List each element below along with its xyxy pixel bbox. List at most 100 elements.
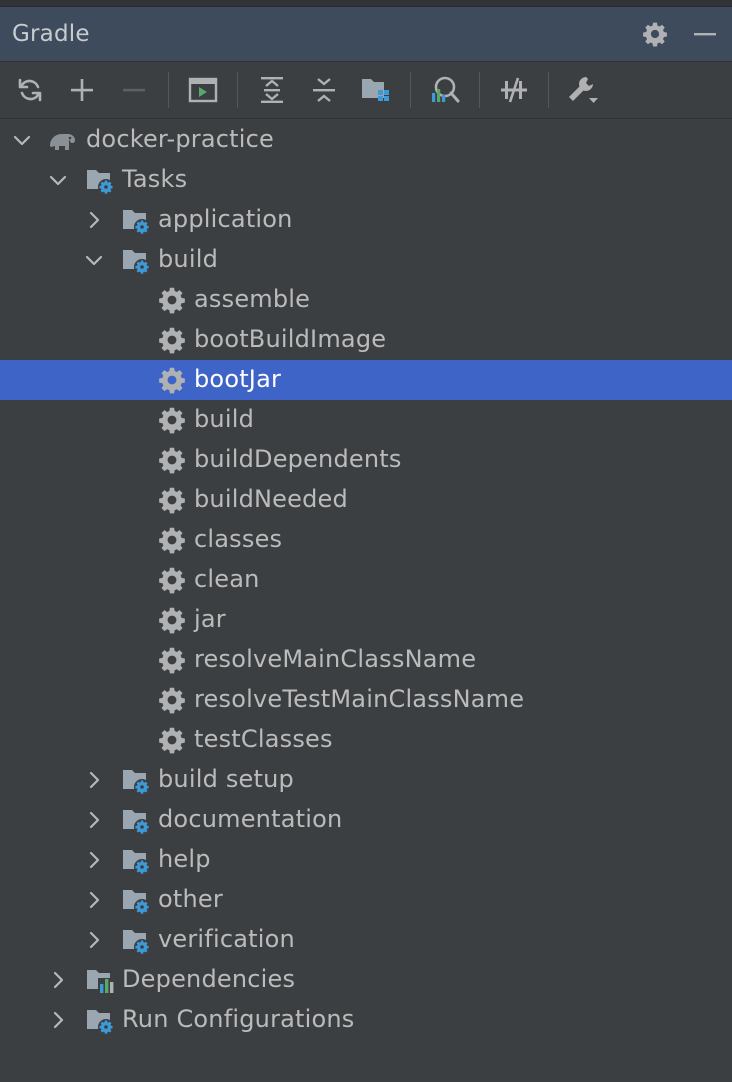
- tree-node-label: verification: [158, 925, 295, 953]
- folder-gear-icon: [120, 244, 152, 276]
- gear-icon: [156, 644, 188, 676]
- tree-node-task[interactable]: buildNeeded: [0, 480, 732, 520]
- tree-node-label: other: [158, 885, 223, 913]
- panel-title: Gradle: [12, 21, 90, 47]
- tree-node-label: Run Configurations: [122, 1005, 355, 1033]
- refresh-icon[interactable]: [12, 72, 48, 108]
- tree-node-group-other[interactable]: other: [0, 880, 732, 920]
- minus-icon[interactable]: [690, 19, 720, 49]
- expand-all-icon[interactable]: [254, 72, 290, 108]
- dependencies-folder-icon: [84, 964, 116, 996]
- gear-icon: [156, 284, 188, 316]
- tree-node-task[interactable]: build: [0, 400, 732, 440]
- tree-node-label: Dependencies: [122, 965, 296, 993]
- tree-node-group-build[interactable]: build: [0, 240, 732, 280]
- toggle-offline-icon[interactable]: [496, 72, 532, 108]
- task-label: jar: [194, 605, 226, 633]
- chevron-right-icon[interactable]: [84, 770, 104, 790]
- tree-node-task[interactable]: jar: [0, 600, 732, 640]
- gear-icon: [156, 484, 188, 516]
- tree-node-dependencies[interactable]: Dependencies: [0, 960, 732, 1000]
- gear-icon: [156, 524, 188, 556]
- gear-icon: [156, 404, 188, 436]
- toolbar-separator: [479, 72, 480, 108]
- panel-header: Gradle: [0, 7, 732, 62]
- folder-gear-icon: [84, 1004, 116, 1036]
- folder-gear-icon: [120, 844, 152, 876]
- task-label: testClasses: [194, 725, 333, 753]
- folder-gear-icon: [120, 804, 152, 836]
- collapse-all-icon[interactable]: [306, 72, 342, 108]
- tree-node-group-help[interactable]: help: [0, 840, 732, 880]
- gear-icon: [156, 684, 188, 716]
- tree-node-task-selected[interactable]: bootJar: [0, 360, 732, 400]
- task-label: clean: [194, 565, 260, 593]
- tree-node-label: build setup: [158, 765, 294, 793]
- task-label: resolveMainClassName: [194, 645, 477, 673]
- toolbar-separator: [168, 72, 169, 108]
- gear-icon[interactable]: [640, 19, 670, 49]
- tree-node-group-verification[interactable]: verification: [0, 920, 732, 960]
- task-label: build: [194, 405, 255, 433]
- gradle-elephant-icon: [46, 124, 78, 156]
- chevron-right-icon[interactable]: [84, 850, 104, 870]
- tree-node-task[interactable]: resolveTestMainClassName: [0, 680, 732, 720]
- task-label: assemble: [194, 285, 311, 313]
- task-label: classes: [194, 525, 283, 553]
- gear-icon: [156, 564, 188, 596]
- tree-node-task[interactable]: classes: [0, 520, 732, 560]
- folder-gear-icon: [120, 884, 152, 916]
- toolbar-separator: [237, 72, 238, 108]
- toolbar: [0, 62, 732, 119]
- build-tool-settings-icon[interactable]: [565, 72, 601, 108]
- gear-icon: [156, 724, 188, 756]
- gear-icon: [156, 324, 188, 356]
- tree-node-run-configurations[interactable]: Run Configurations: [0, 1000, 732, 1040]
- chevron-down-icon[interactable]: [48, 170, 68, 190]
- analyze-icon[interactable]: [427, 72, 463, 108]
- tree-node-task[interactable]: buildDependents: [0, 440, 732, 480]
- tree-node-label: help: [158, 845, 211, 873]
- task-label: buildDependents: [194, 445, 402, 473]
- folder-gear-icon: [120, 764, 152, 796]
- show-dependencies-icon[interactable]: [358, 72, 394, 108]
- tree-node-label: build: [158, 245, 219, 273]
- task-label: resolveTestMainClassName: [194, 685, 525, 713]
- tree-node-task[interactable]: resolveMainClassName: [0, 640, 732, 680]
- minus-icon[interactable]: [116, 72, 152, 108]
- plus-icon[interactable]: [64, 72, 100, 108]
- task-label: buildNeeded: [194, 485, 348, 513]
- tree-node-label: documentation: [158, 805, 343, 833]
- tree-node-group-documentation[interactable]: documentation: [0, 800, 732, 840]
- chevron-down-icon[interactable]: [12, 130, 32, 150]
- tree-node-task[interactable]: assemble: [0, 280, 732, 320]
- tree-node-root[interactable]: docker-practice: [0, 120, 732, 160]
- toolbar-separator: [410, 72, 411, 108]
- chevron-right-icon[interactable]: [48, 1010, 68, 1030]
- toolbar-separator: [548, 72, 549, 108]
- task-label: bootJar: [194, 365, 282, 393]
- gradle-tree: docker-practice Tasks application build …: [0, 119, 732, 1040]
- tree-node-label: application: [158, 205, 293, 233]
- chevron-right-icon[interactable]: [84, 930, 104, 950]
- folder-gear-icon: [120, 924, 152, 956]
- tree-node-group-build-setup[interactable]: build setup: [0, 760, 732, 800]
- tree-node-task[interactable]: clean: [0, 560, 732, 600]
- chevron-right-icon[interactable]: [84, 890, 104, 910]
- gear-icon: [156, 364, 188, 396]
- tree-node-group-application[interactable]: application: [0, 200, 732, 240]
- tree-node-tasks[interactable]: Tasks: [0, 160, 732, 200]
- tree-node-task[interactable]: testClasses: [0, 720, 732, 760]
- folder-gear-icon: [120, 204, 152, 236]
- folder-gear-icon: [84, 164, 116, 196]
- chevron-right-icon[interactable]: [84, 810, 104, 830]
- gear-icon: [156, 604, 188, 636]
- chevron-down-icon[interactable]: [84, 250, 104, 270]
- task-label: bootBuildImage: [194, 325, 387, 353]
- tree-node-task[interactable]: bootBuildImage: [0, 320, 732, 360]
- chevron-right-icon[interactable]: [48, 970, 68, 990]
- execute-task-icon[interactable]: [185, 72, 221, 108]
- top-strip: [0, 0, 732, 7]
- gear-icon: [156, 444, 188, 476]
- chevron-right-icon[interactable]: [84, 210, 104, 230]
